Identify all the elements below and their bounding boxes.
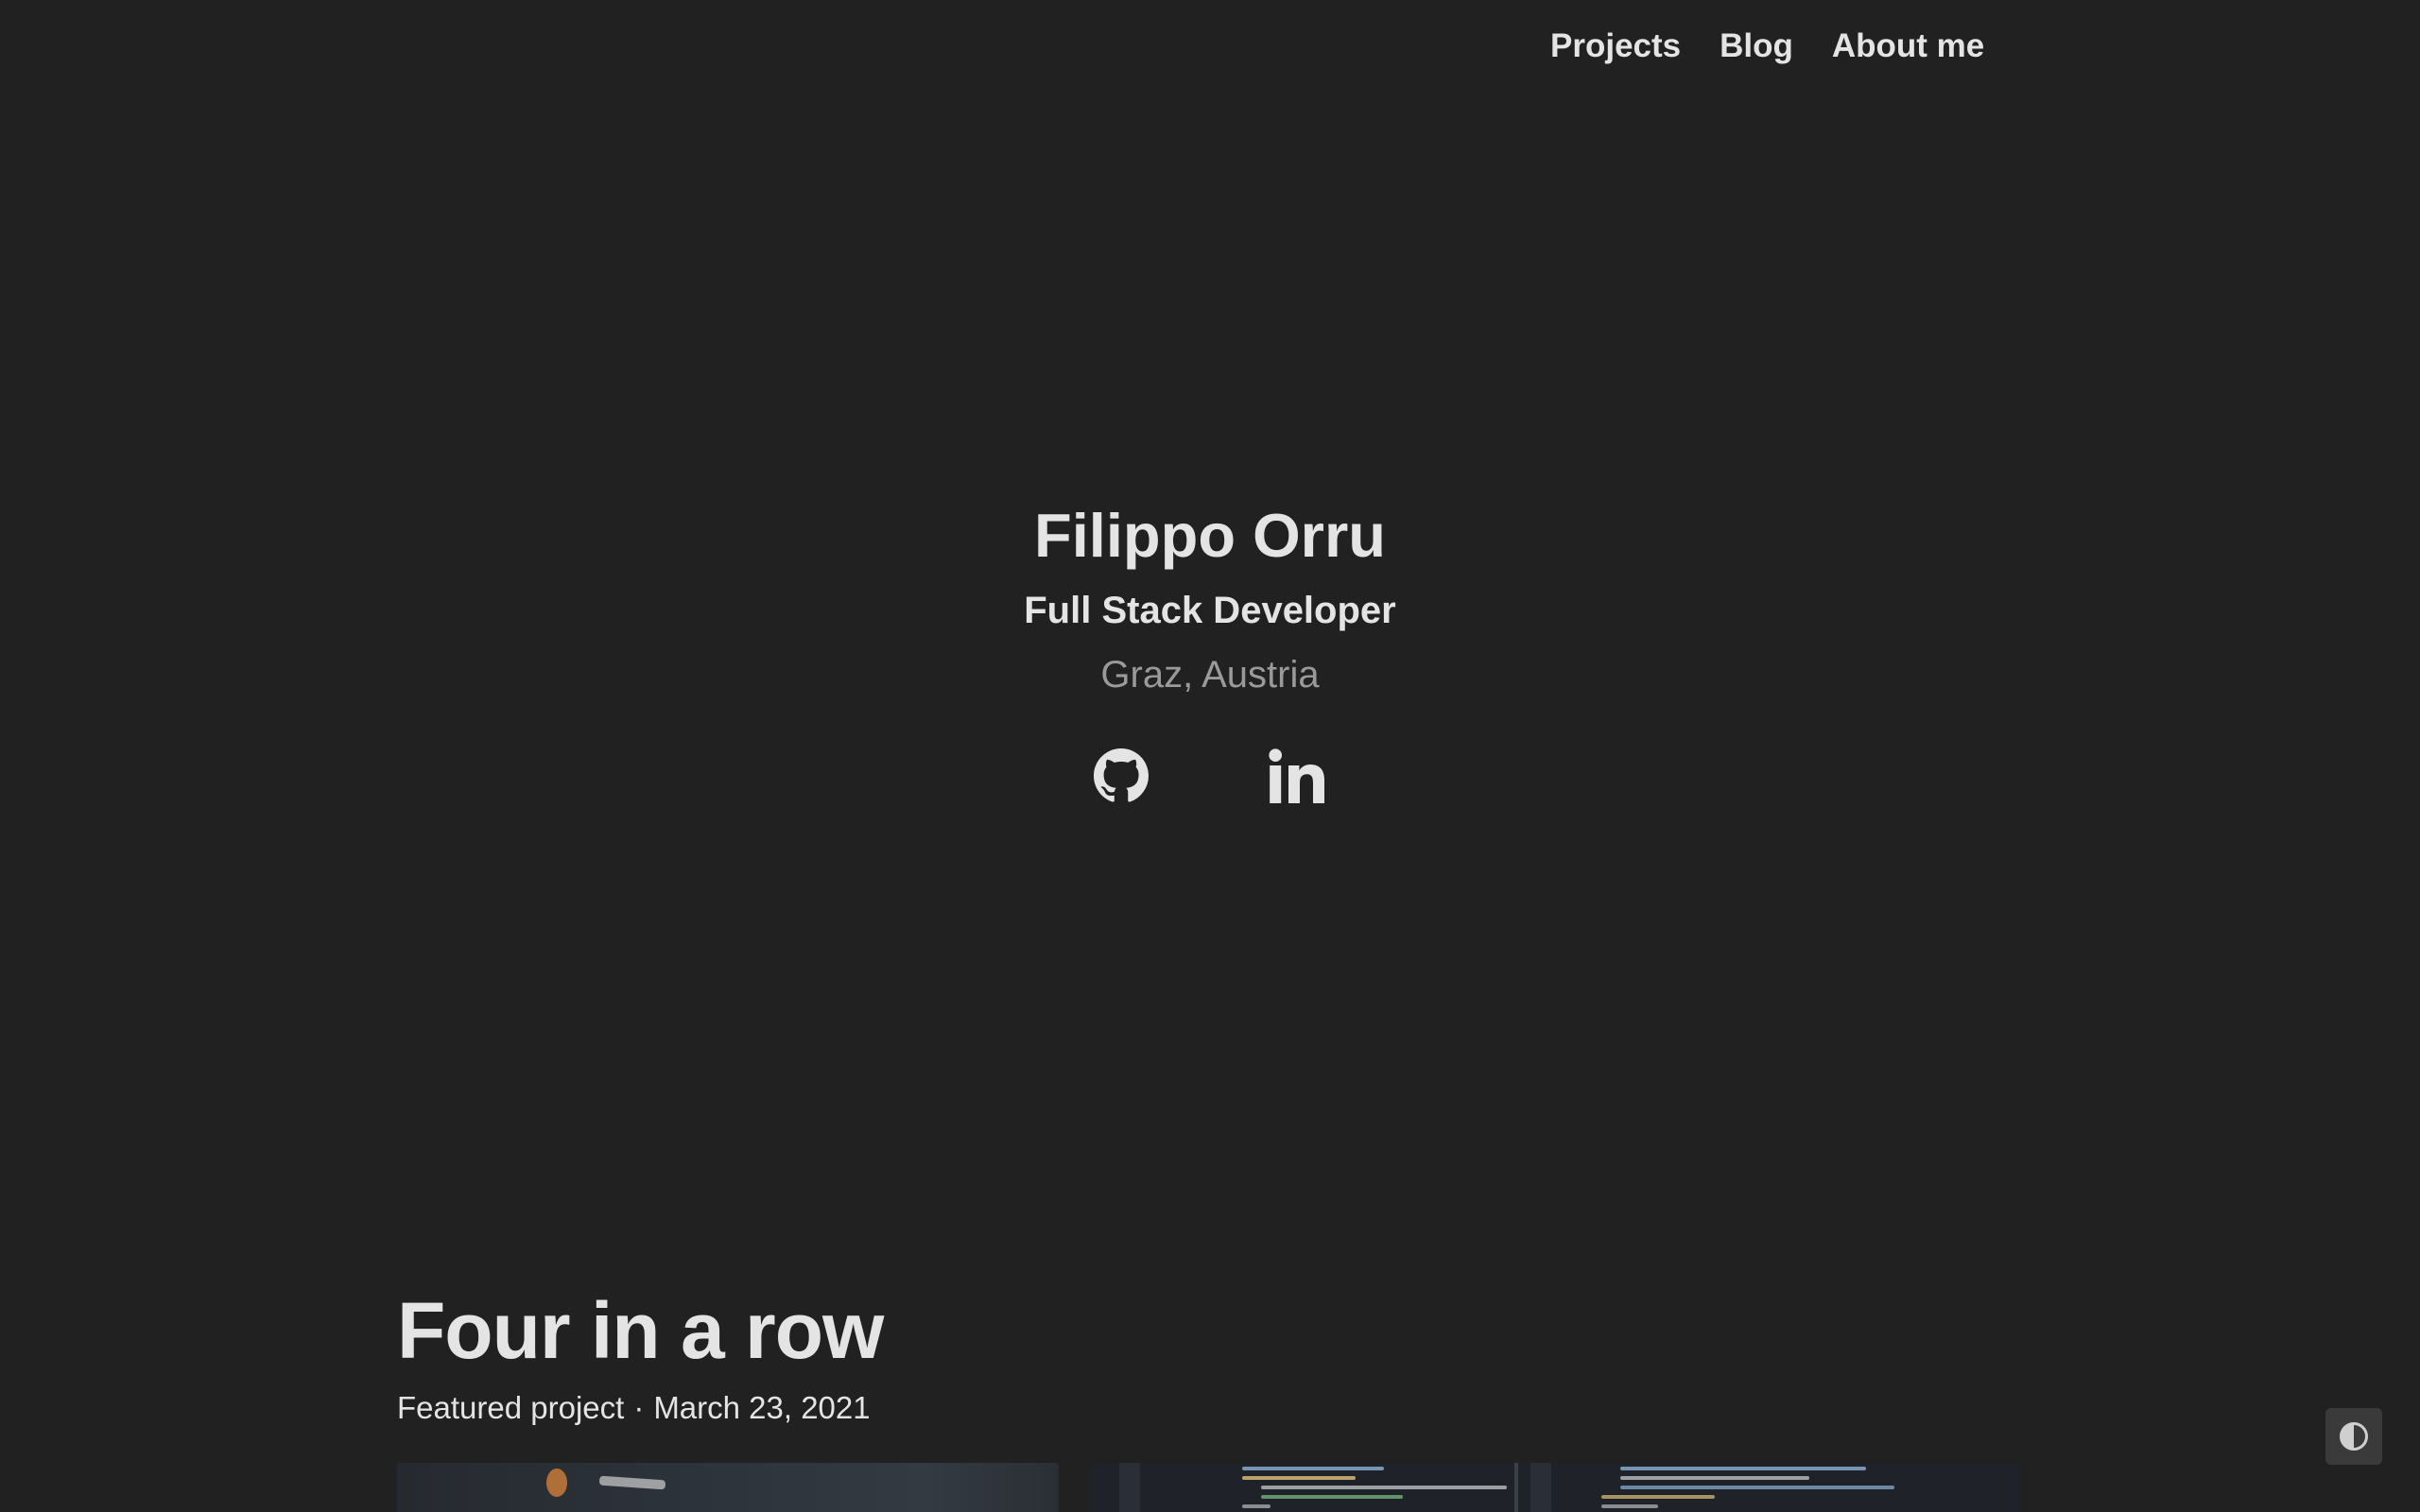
github-icon	[1094, 748, 1149, 802]
theme-toggle-button[interactable]	[2325, 1408, 2382, 1465]
linkedin-icon	[1269, 748, 1324, 803]
hero-section: Filippo Orru Full Stack Developer Graz, …	[0, 496, 2420, 806]
image-highlight	[546, 1469, 567, 1497]
contrast-icon	[2340, 1422, 2368, 1451]
project-date: March 23, 2021	[653, 1390, 871, 1425]
code-line	[1242, 1504, 1270, 1508]
project-label: Featured project	[397, 1390, 625, 1425]
hero-name: Filippo Orru	[1034, 501, 1386, 570]
code-line	[1620, 1467, 1866, 1470]
top-nav: Projects Blog About me	[1550, 25, 1984, 68]
project-images	[397, 1463, 2021, 1512]
code-line	[1620, 1476, 1809, 1480]
code-line	[1601, 1495, 1715, 1499]
meta-separator: ·	[633, 1390, 645, 1425]
nav-link-about-me[interactable]: About me	[1832, 25, 1984, 68]
linkedin-link[interactable]	[1267, 746, 1327, 806]
code-line	[1242, 1476, 1356, 1480]
code-line	[1620, 1486, 1894, 1489]
code-line	[1242, 1467, 1384, 1470]
nav-link-blog[interactable]: Blog	[1720, 25, 1793, 68]
code-line	[1601, 1504, 1658, 1508]
code-line	[1261, 1486, 1507, 1489]
project-meta: Featured project · March 23, 2021	[397, 1387, 883, 1429]
project-image-code[interactable]	[1091, 1463, 2021, 1512]
hero-role: Full Stack Developer	[1024, 590, 1396, 631]
project-image-presentation[interactable]	[397, 1463, 1059, 1512]
code-divider	[1514, 1463, 1518, 1512]
social-links	[0, 746, 2419, 806]
page: Projects Blog About me Filippo Orru Full…	[0, 0, 2420, 1512]
image-text-blur	[598, 1475, 666, 1490]
code-gutter	[1119, 1463, 1140, 1512]
nav-link-projects[interactable]: Projects	[1550, 25, 1681, 68]
featured-project: Four in a row Featured project · March 23,…	[397, 1285, 884, 1429]
hero-location: Graz, Austria	[1100, 654, 1320, 696]
github-link[interactable]	[1091, 746, 1151, 806]
code-line	[1261, 1495, 1403, 1499]
code-gutter	[1530, 1463, 1551, 1512]
project-title[interactable]: Four in a row	[397, 1285, 884, 1376]
